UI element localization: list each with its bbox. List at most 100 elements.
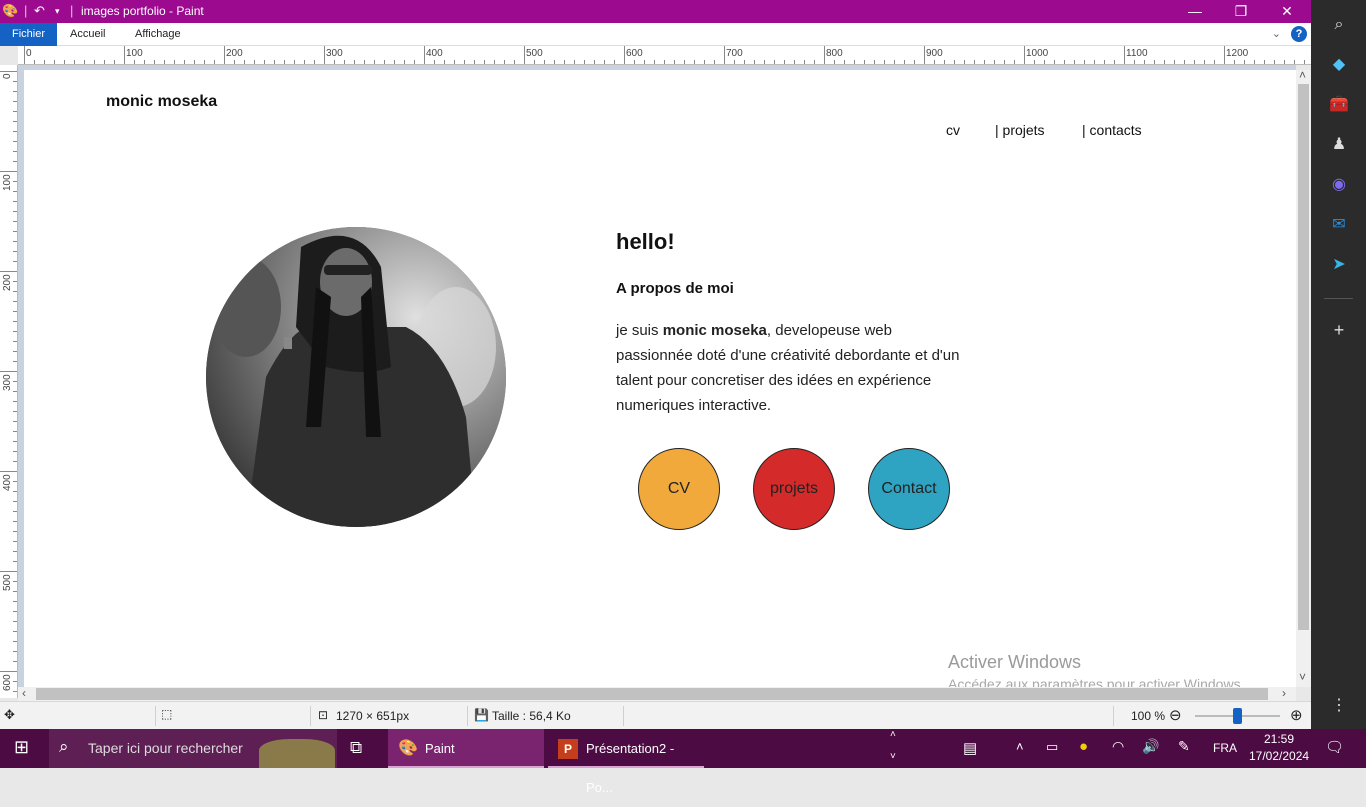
people-icon[interactable]: ♟ — [1328, 134, 1350, 156]
ruler-tick — [314, 60, 315, 64]
vertical-scrollbar[interactable]: ˄ ˅ — [1296, 68, 1311, 687]
close-button[interactable]: ✕ — [1264, 0, 1310, 23]
clock-time[interactable]: 21:59 — [1264, 732, 1294, 746]
outlook-icon[interactable]: ✉ — [1328, 214, 1350, 236]
ruler-tick — [13, 101, 17, 102]
ruler-tick — [13, 511, 17, 512]
zoom-slider-handle[interactable] — [1233, 708, 1242, 724]
ruler-tick — [13, 601, 17, 602]
horizontal-scrollbar[interactable]: ‹ › — [18, 686, 1296, 701]
ruler-tick — [764, 60, 765, 64]
wifi-icon[interactable]: ◠ — [1112, 738, 1124, 755]
ruler-tick — [614, 60, 615, 64]
show-hidden-icons-icon[interactable]: ˄ — [1016, 739, 1024, 754]
notifications-icon[interactable]: 🗨 — [1325, 738, 1344, 756]
tray-app-icon[interactable]: ● — [1079, 738, 1088, 755]
keyboard-icon[interactable]: ▤ — [963, 739, 977, 757]
ruler-tick — [13, 221, 17, 222]
ruler-tick — [13, 421, 17, 422]
send-icon[interactable]: ➤ — [1328, 254, 1350, 276]
ruler-tick — [474, 60, 475, 64]
sidebar-divider — [1324, 298, 1353, 299]
ruler-tick — [334, 60, 335, 64]
image-canvas[interactable]: monic moseka cv | projets | contacts hel… — [24, 70, 1296, 688]
copilot-icon[interactable]: ◆ — [1328, 54, 1350, 76]
quick-access-dropdown-icon[interactable]: ▾ — [55, 6, 60, 17]
add-icon[interactable]: + — [1328, 319, 1350, 341]
language-indicator[interactable]: FRA — [1213, 741, 1237, 755]
ruler-tick — [774, 60, 775, 64]
paint-app-icon: 🎨 — [2, 3, 19, 18]
tab-fichier[interactable]: Fichier — [0, 23, 58, 46]
ruler-tick — [0, 371, 17, 372]
help-icon[interactable]: ? — [1291, 26, 1307, 42]
taskbar-scroll-up-icon[interactable]: ˄ — [890, 729, 896, 740]
ruler-tick — [1274, 60, 1275, 64]
ruler-tick — [1144, 60, 1145, 64]
scroll-down-icon[interactable]: ˅ — [1299, 670, 1306, 684]
ruler-tick — [1114, 60, 1115, 64]
ruler-label: 400 — [426, 48, 443, 59]
ruler-label: 100 — [2, 174, 13, 191]
pen-icon[interactable]: ✎ — [1178, 738, 1190, 755]
ruler-tick — [13, 621, 17, 622]
vertical-scroll-thumb[interactable] — [1298, 84, 1309, 630]
ruler-tick — [494, 60, 495, 64]
ruler-tick — [13, 431, 17, 432]
tab-affichage[interactable]: Affichage — [123, 23, 193, 46]
site-name: monic moseka — [106, 93, 218, 110]
ruler-tick — [854, 60, 855, 64]
taskbar-scroll-down-icon[interactable]: ˅ — [890, 751, 896, 762]
taskbar-app-powerpoint[interactable]: P Présentation2 - Po... — [548, 729, 704, 795]
ruler-tick — [13, 401, 17, 402]
ruler-tick — [13, 291, 17, 292]
ruler-tick — [13, 591, 17, 592]
tab-accueil[interactable]: Accueil — [58, 23, 117, 46]
ruler-tick — [1224, 46, 1225, 64]
battery-icon[interactable]: ▭ — [1046, 739, 1058, 755]
task-view-icon[interactable]: ⧉ — [350, 738, 362, 758]
nav-cv: cv — [946, 122, 960, 138]
taskbar-app-paint[interactable]: 🎨 Paint — [388, 729, 544, 768]
ruler-tick — [694, 60, 695, 64]
ruler-tick — [1204, 60, 1205, 64]
undo-icon[interactable]: ↶ — [34, 3, 45, 19]
restore-button[interactable]: ❐ — [1218, 0, 1264, 23]
scroll-right-icon[interactable]: › — [1282, 686, 1286, 700]
separator — [155, 706, 156, 726]
office-icon[interactable]: ◉ — [1328, 174, 1350, 196]
nav-contacts: | contacts — [1082, 122, 1142, 138]
ruler-tick — [564, 60, 565, 64]
ruler-tick — [1014, 60, 1015, 64]
ruler-tick — [13, 641, 17, 642]
horizontal-ruler: 0 100 200 300 400 500 600 700 800 900 1000 1100 1200 — [18, 46, 1311, 65]
zoom-out-icon[interactable]: ⊖ — [1169, 706, 1182, 724]
clock-date[interactable]: 17/02/2024 — [1249, 749, 1309, 763]
more-options-icon[interactable]: ⋮ — [1328, 695, 1350, 717]
ruler-tick — [1264, 60, 1265, 64]
scroll-left-icon[interactable]: ‹ — [22, 686, 26, 700]
ruler-tick — [274, 60, 275, 64]
volume-icon[interactable]: 🔊 — [1142, 738, 1159, 755]
ruler-tick — [294, 60, 295, 64]
tools-icon[interactable]: 🧰 — [1328, 94, 1350, 116]
ruler-tick — [224, 46, 225, 64]
ruler-tick — [184, 60, 185, 64]
ruler-tick — [13, 411, 17, 412]
ruler-tick — [74, 60, 75, 64]
ruler-tick — [1304, 60, 1305, 64]
ruler-tick — [484, 60, 485, 64]
windows-start-icon[interactable]: ⊞ — [14, 737, 29, 758]
ruler-tick — [894, 60, 895, 64]
scroll-up-icon[interactable]: ˄ — [1299, 68, 1306, 82]
ruler-label: 700 — [726, 48, 743, 59]
ribbon-collapse-icon[interactable]: ⌄ — [1272, 27, 1281, 40]
ruler-tick — [13, 161, 17, 162]
zoom-in-icon[interactable]: ⊕ — [1290, 706, 1303, 724]
search-icon[interactable]: ⌕ — [1328, 14, 1350, 36]
minimize-button[interactable]: — — [1172, 0, 1218, 23]
horizontal-scroll-thumb[interactable] — [36, 688, 1268, 700]
taskbar-search-box[interactable]: ⌕ Taper ici pour rechercher — [49, 729, 337, 768]
ruler-tick — [824, 46, 825, 64]
ruler-tick — [204, 60, 205, 64]
